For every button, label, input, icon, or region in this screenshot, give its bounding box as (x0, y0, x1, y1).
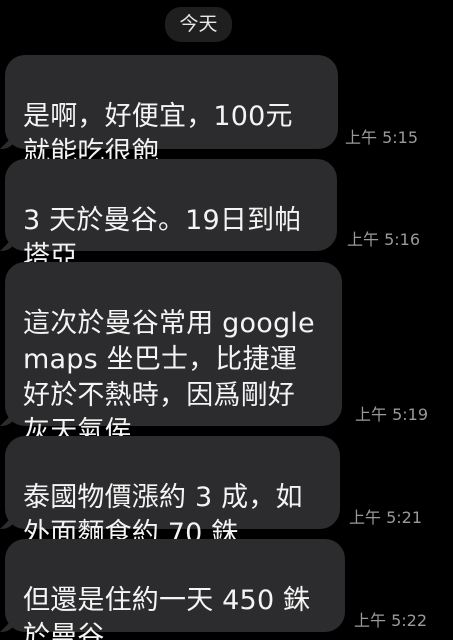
bubble-tail (0, 616, 16, 632)
message-timestamp: 上午 5:22 (354, 611, 428, 630)
message-timestamp: 上午 5:19 (355, 405, 429, 424)
message-text: 是啊，好便宜，100元 就能吃很飽 (23, 101, 293, 168)
bubble-tail (0, 235, 16, 251)
message-bubble[interactable]: 這次於曼谷常用 google maps 坐巴士，比捷運 好於不熱時，因爲剛好 灰… (0, 262, 342, 447)
bubble-tail (0, 410, 16, 426)
message-timestamp: 上午 5:15 (345, 128, 419, 147)
bubble-tail (0, 133, 16, 149)
bubble-tail (0, 513, 16, 529)
message-bubble[interactable]: 是啊，好便宜，100元 就能吃很飽 (0, 55, 338, 168)
message-text: 但還是住約一天 450 銖 於曼谷 (23, 585, 311, 640)
message-timestamp: 上午 5:21 (349, 508, 423, 527)
message-bubble[interactable]: 泰國物價漲約 3 成，如 外面麵食約 70 銖 (0, 436, 340, 549)
message-timestamp: 上午 5:16 (347, 230, 421, 249)
message-bubble[interactable]: 3 天於曼谷。19日到帕 塔亞 (0, 159, 337, 272)
message-text: 這次於曼谷常用 google maps 坐巴士，比捷運 好於不熱時，因爲剛好 灰… (23, 308, 315, 447)
date-separator: 今天 (165, 7, 232, 42)
message-bubble[interactable]: 但還是住約一天 450 銖 於曼谷 (0, 539, 345, 640)
